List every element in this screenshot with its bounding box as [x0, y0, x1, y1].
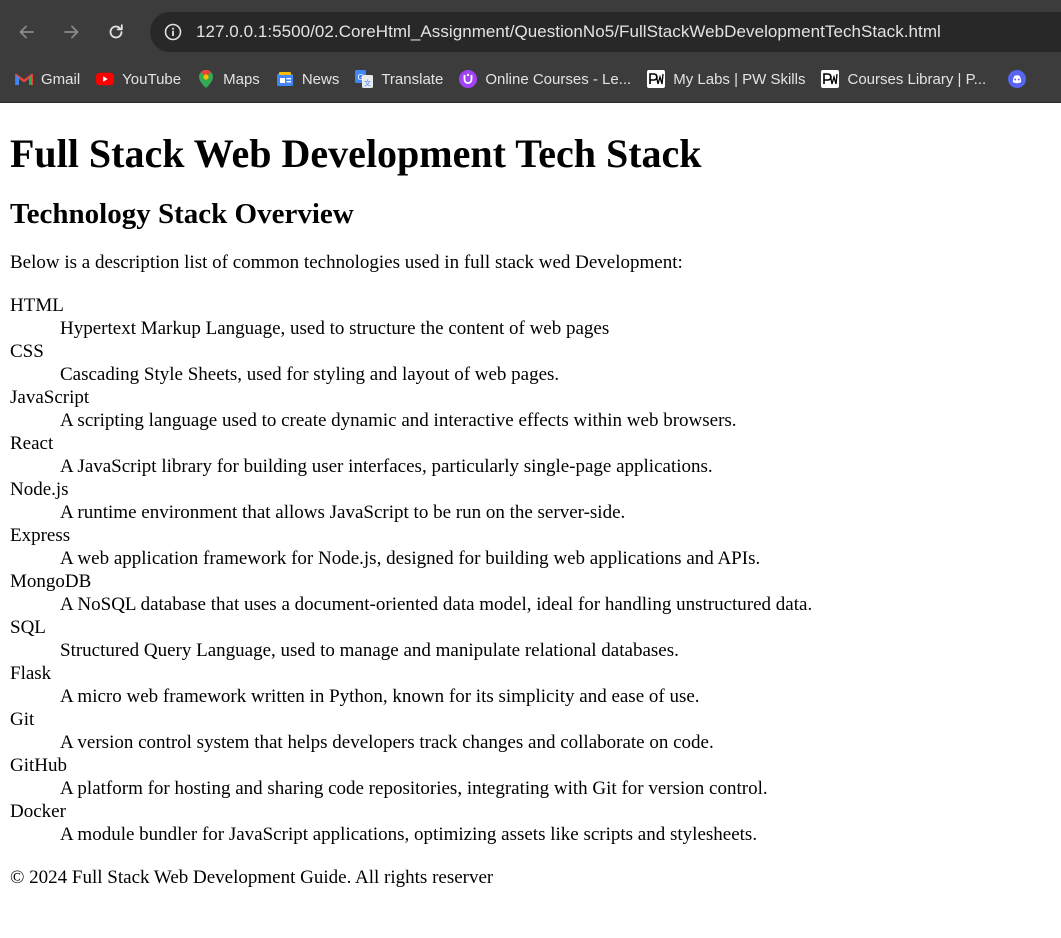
description-nodejs: A runtime environment that allows JavaSc…	[60, 502, 626, 523]
bookmark-discord[interactable]	[994, 65, 1042, 93]
address-bar[interactable]: 127.0.0.1:5500/02.CoreHtml_Assignment/Qu…	[150, 12, 1061, 52]
term-javascript: JavaScript	[10, 387, 90, 408]
term-mongodb: MongoDB	[10, 571, 92, 592]
svg-text:G: G	[358, 73, 364, 82]
news-icon	[276, 70, 294, 88]
description-sql: Structured Query Language, used to manag…	[60, 640, 679, 661]
bookmark-youtube[interactable]: YouTube	[88, 65, 189, 93]
reload-icon	[109, 24, 123, 39]
term-github: GitHub	[10, 755, 67, 776]
bookmark-label: News	[301, 70, 340, 88]
term-css: CSS	[10, 341, 44, 362]
courses-icon	[459, 70, 478, 88]
bookmark-online-courses[interactable]: Online Courses - Le...	[451, 65, 639, 93]
arrow-right-icon	[64, 25, 79, 39]
term-sql: SQL	[10, 617, 46, 638]
term-express: Express	[10, 525, 71, 546]
bookmark-label: Maps	[223, 70, 260, 88]
description-docker: A module bundler for JavaScript applicat…	[60, 824, 758, 845]
bookmark-my-labs[interactable]: My Labs | PW Skills	[639, 65, 813, 93]
back-button[interactable]	[11, 16, 43, 48]
tech-description-list: HTML Hypertext Markup Language, used to …	[10, 294, 1051, 846]
bookmark-label: YouTube	[122, 70, 182, 88]
url-text[interactable]: 127.0.0.1:5500/02.CoreHtml_Assignment/Qu…	[196, 22, 941, 42]
translate-icon: G 文	[355, 70, 374, 88]
bookmark-label: Translate	[381, 70, 444, 88]
description-flask: A micro web framework written in Python,…	[60, 686, 700, 707]
page-content: Full Stack Web Development Tech Stack Te…	[0, 131, 1061, 889]
term-html: HTML	[10, 295, 64, 316]
maps-icon	[197, 70, 215, 88]
pw-skills-icon	[647, 70, 666, 88]
youtube-icon	[96, 70, 115, 88]
browser-chrome: 127.0.0.1:5500/02.CoreHtml_Assignment/Qu…	[0, 0, 1061, 103]
bookmark-label: My Labs | PW Skills	[673, 70, 806, 88]
gmail-icon	[15, 70, 33, 88]
description-mongodb: A NoSQL database that uses a document-or…	[60, 594, 813, 615]
bookmark-label: Gmail	[41, 70, 81, 88]
term-nodejs: Node.js	[10, 479, 69, 500]
reload-button[interactable]	[100, 16, 132, 48]
svg-text:文: 文	[364, 79, 371, 88]
page-title: Full Stack Web Development Tech Stack	[10, 131, 702, 176]
description-react: A JavaScript library for building user i…	[60, 456, 713, 477]
description-javascript: A scripting language used to create dyna…	[60, 410, 737, 431]
bookmark-maps[interactable]: Maps	[189, 65, 268, 93]
section-heading: Technology Stack Overview	[10, 198, 354, 230]
term-flask: Flask	[10, 663, 52, 684]
bookmarks-bar: Gmail YouTube Maps News G 文 Translate On…	[0, 64, 1061, 94]
intro-paragraph: Below is a description list of common te…	[10, 252, 683, 273]
bookmark-courses-library[interactable]: Courses Library | P...	[813, 65, 994, 93]
forward-button[interactable]	[55, 16, 87, 48]
description-html: Hypertext Markup Language, used to struc…	[60, 318, 610, 339]
term-docker: Docker	[10, 801, 66, 822]
description-css: Cascading Style Sheets, used for styling…	[60, 364, 560, 385]
page-footer: © 2024 Full Stack Web Development Guide.…	[10, 867, 494, 888]
discord-icon	[1008, 70, 1027, 88]
bookmark-label: Courses Library | P...	[847, 70, 987, 88]
description-express: A web application framework for Node.js,…	[60, 548, 761, 569]
arrow-left-icon	[19, 25, 34, 39]
description-github: A platform for hosting and sharing code …	[60, 778, 768, 799]
pw-skills-icon	[821, 70, 840, 88]
site-info-icon[interactable]	[161, 20, 185, 44]
browser-toolbar: 127.0.0.1:5500/02.CoreHtml_Assignment/Qu…	[0, 8, 1061, 56]
term-git: Git	[10, 709, 35, 730]
bookmark-gmail[interactable]: Gmail	[0, 65, 88, 93]
description-git: A version control system that helps deve…	[60, 732, 714, 753]
term-react: React	[10, 433, 54, 454]
bookmark-label: Online Courses - Le...	[485, 70, 632, 88]
bookmark-news[interactable]: News	[268, 65, 348, 93]
bookmark-translate[interactable]: G 文 Translate	[347, 65, 451, 93]
